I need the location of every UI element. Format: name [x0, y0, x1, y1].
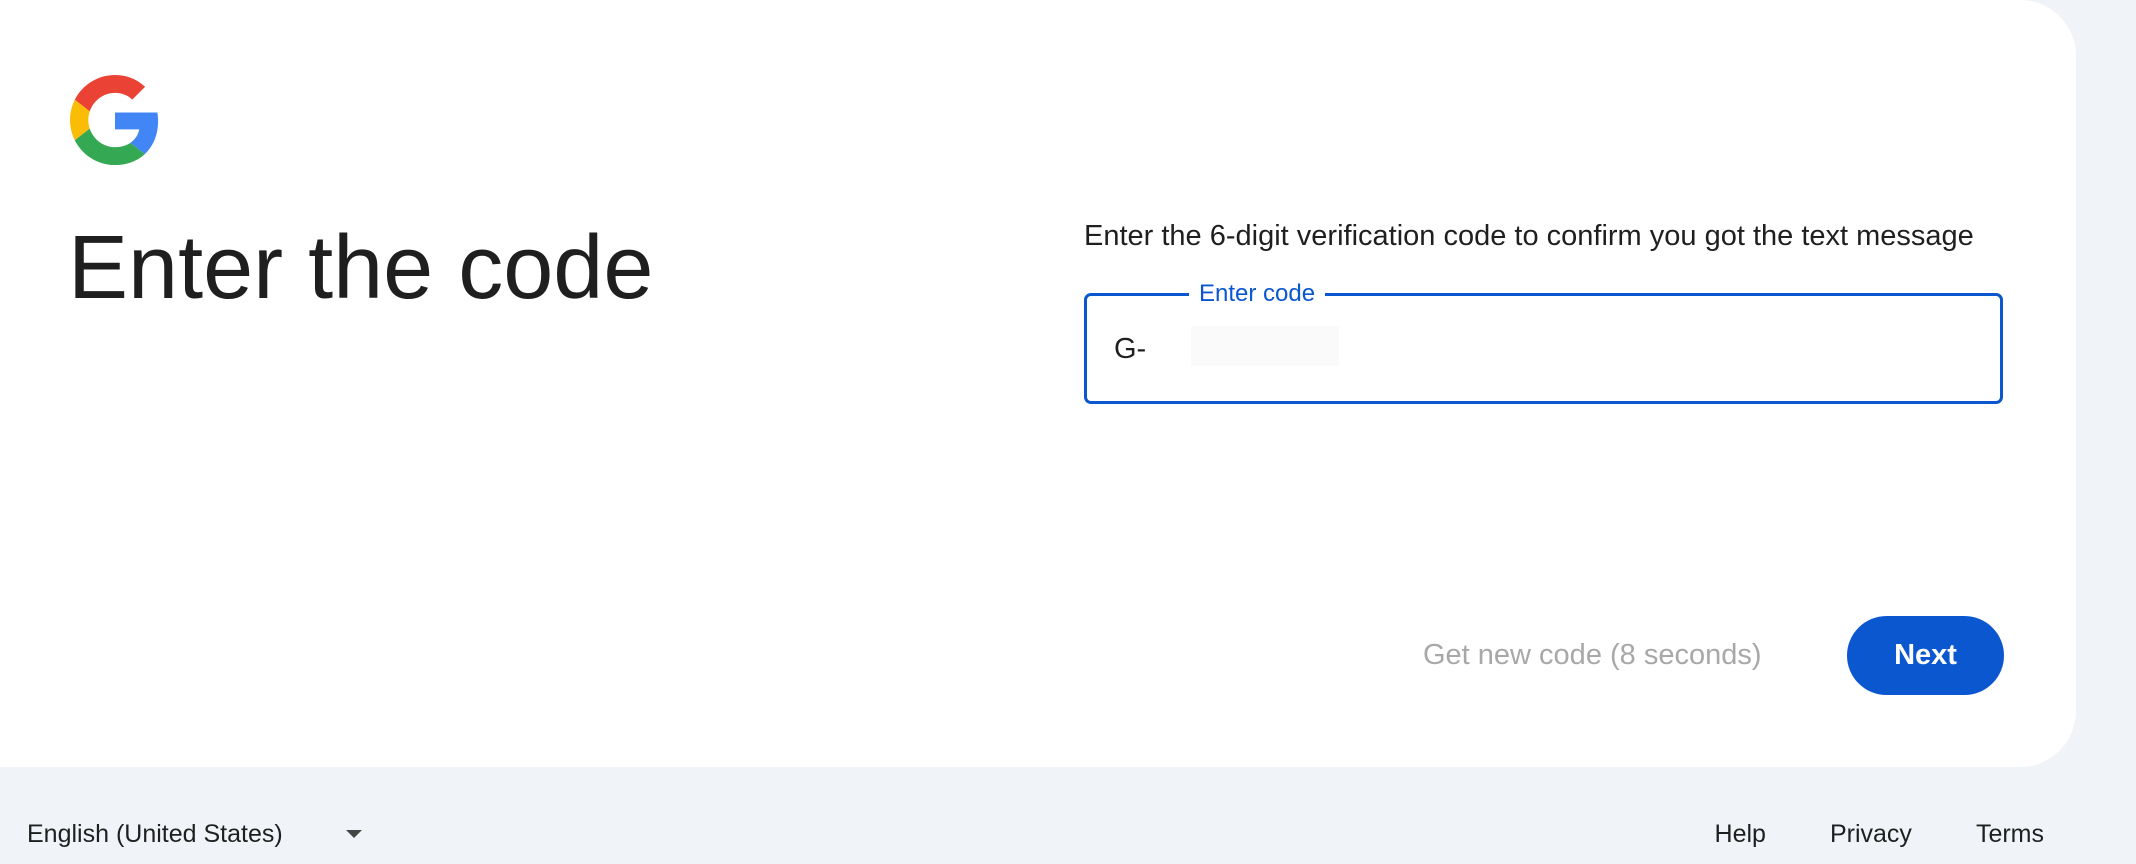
terms-link[interactable]: Terms [1976, 817, 2044, 851]
language-label: English (United States) [27, 820, 283, 848]
get-new-code-link[interactable]: Get new code (8 seconds) [1423, 636, 1762, 674]
footer: English (United States) Help Privacy Ter… [0, 767, 2136, 864]
signin-card: Enter the code Enter the 6-digit verific… [0, 0, 2076, 767]
code-input[interactable] [1191, 326, 1339, 366]
next-button[interactable]: Next [1847, 616, 2004, 695]
footer-links: Help Privacy Terms [1715, 817, 2044, 851]
code-prefix: G- [1114, 333, 1147, 365]
verification-instructions: Enter the 6-digit verification code to c… [1084, 220, 1974, 252]
page-title: Enter the code [68, 218, 654, 318]
language-selector[interactable]: English (United States) [27, 817, 362, 851]
chevron-down-icon [345, 830, 362, 838]
code-field-label: Enter code [1189, 278, 1326, 310]
google-g-logo-icon [70, 75, 159, 165]
privacy-link[interactable]: Privacy [1830, 817, 1912, 851]
code-field[interactable]: Enter code G- [1084, 278, 2003, 404]
help-link[interactable]: Help [1715, 817, 1766, 851]
